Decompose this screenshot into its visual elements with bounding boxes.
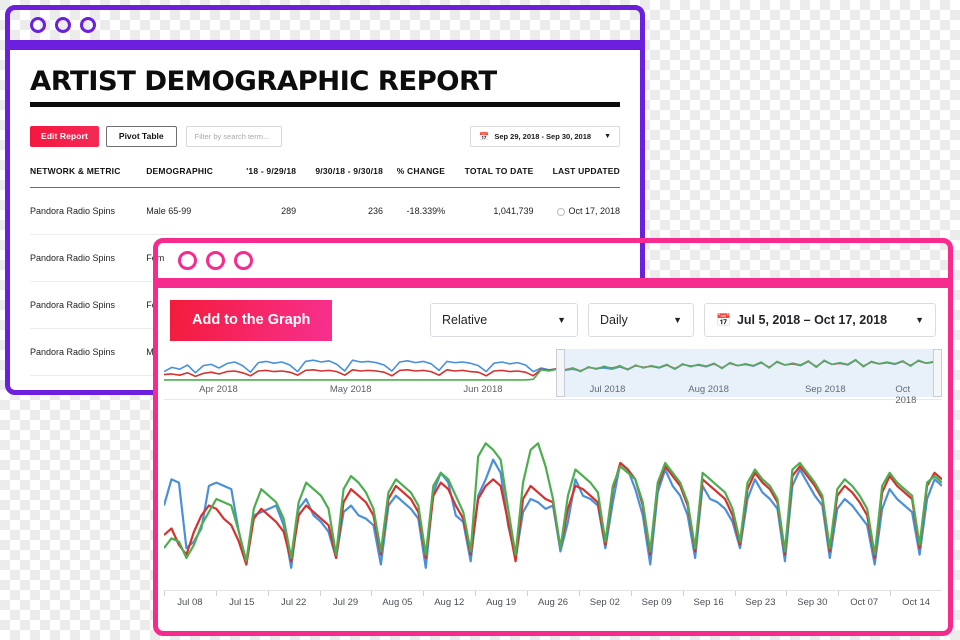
cell-network: Pandora Radio Spins: [30, 328, 147, 377]
interval-select[interactable]: Daily ▼: [588, 303, 694, 338]
graph-window: Add to the Graph Relative ▼ Daily ▼ 📅 Ju…: [153, 238, 953, 636]
chevron-down-icon: ▼: [557, 315, 566, 326]
column-header-curr-period[interactable]: 9/30/18 - 9/30/18: [296, 166, 383, 188]
overview-axis-label: Jun 2018: [463, 383, 503, 395]
title-underline: [30, 102, 620, 108]
main-axis-label: Aug 19: [486, 596, 517, 608]
chevron-down-icon: ▼: [915, 315, 924, 326]
table-header-row: NETWORK & METRIC DEMOGRAPHIC '18 - 9/29/…: [30, 166, 620, 188]
cell-updated-label: Oct 17, 2018: [568, 206, 620, 217]
mode-select-value: Relative: [442, 313, 488, 328]
main-axis-label: Aug 12: [434, 596, 465, 608]
main-chart-svg: [164, 408, 942, 590]
axis-tick: [267, 590, 269, 596]
main-axis-label: Sep 23: [745, 596, 776, 608]
brush-selection[interactable]: [556, 348, 942, 397]
page-title: ARTIST DEMOGRAPHIC REPORT: [30, 66, 497, 97]
main-axis-label: Jul 15: [229, 596, 255, 608]
cell-change: -18.339%: [383, 187, 446, 236]
mode-select[interactable]: Relative ▼: [430, 303, 578, 338]
pink-window-body: Add to the Graph Relative ▼ Daily ▼ 📅 Ju…: [153, 283, 953, 636]
interval-select-value: Daily: [600, 313, 628, 328]
main-axis-label: Sep 09: [641, 596, 672, 608]
graph-date-range-picker[interactable]: 📅 Jul 5, 2018 – Oct 17, 2018 ▼: [704, 303, 936, 338]
edit-report-button[interactable]: Edit Report: [30, 126, 99, 147]
axis-tick: [215, 590, 217, 596]
window-control-circle-3-icon[interactable]: [80, 17, 96, 33]
main-axis-label: Sep 16: [693, 596, 724, 608]
cell-network: Pandora Radio Spins: [30, 281, 147, 330]
cell-network: Pandora Radio Spins: [30, 187, 147, 236]
purple-window-titlebar: [5, 5, 645, 45]
brush-handle-right[interactable]: [933, 348, 942, 397]
cell-updated: Oct 17, 2018: [533, 187, 620, 236]
search-input[interactable]: Filter by search term...: [185, 125, 282, 148]
column-header-last-updated[interactable]: LAST UPDATED: [533, 166, 620, 188]
window-control-circle-2-icon[interactable]: [55, 17, 71, 33]
cell-curr: 236: [296, 187, 384, 236]
window-control-circle-3-icon[interactable]: [234, 251, 253, 270]
axis-tick: [734, 590, 736, 596]
overview-axis-label: May 2018: [329, 383, 372, 395]
main-axis-label: Jul 08: [177, 596, 203, 608]
axis-tick: [630, 590, 632, 596]
chevron-down-icon: ▼: [673, 315, 682, 326]
clock-icon: [557, 207, 566, 216]
axis-tick: [682, 590, 684, 596]
graph-toolbar: Add to the Graph Relative ▼ Daily ▼ 📅 Ju…: [158, 288, 948, 351]
pink-window-titlebar: [153, 238, 953, 283]
calendar-icon: 📅: [479, 131, 490, 141]
axis-tick: [578, 590, 580, 596]
axis-tick: [423, 590, 425, 596]
main-axis-label: Aug 26: [537, 596, 569, 608]
column-header-total-to-date[interactable]: TOTAL TO DATE: [445, 166, 534, 188]
window-control-circle-1-icon[interactable]: [30, 17, 46, 33]
report-toolbar: Edit Report Pivot Table Filter by search…: [30, 124, 620, 148]
report-date-range-label: Sep 29, 2018 - Sep 30, 2018: [494, 131, 592, 141]
report-date-range-picker[interactable]: 📅 Sep 29, 2018 - Sep 30, 2018 ▼: [470, 125, 620, 147]
main-axis-label: Sep 02: [589, 596, 620, 608]
calendar-icon: 📅: [716, 313, 731, 328]
cell-total: 1,041,739: [445, 187, 534, 236]
column-header-prev-period[interactable]: '18 - 9/29/18: [232, 166, 296, 188]
window-control-circle-1-icon[interactable]: [178, 251, 197, 270]
column-header-pct-change[interactable]: % CHANGE: [383, 166, 445, 188]
window-control-circle-2-icon[interactable]: [206, 251, 225, 270]
overview-brush-chart[interactable]: Apr 2018 May 2018 Jun 2018 Jul 2018 Aug 2018…: [164, 348, 942, 406]
axis-tick: [838, 590, 840, 596]
main-axis-label: Jul 29: [332, 596, 359, 608]
table-row[interactable]: Pandora Radio Spins Male 65-99 289 236 -…: [30, 187, 620, 236]
axis-tick: [319, 590, 321, 596]
chevron-down-icon: ▼: [604, 132, 611, 140]
main-axis-label: Sep 30: [797, 596, 828, 608]
axis-tick: [475, 590, 477, 596]
column-header-demographic[interactable]: DEMOGRAPHIC: [146, 166, 232, 188]
cell-network: Pandora Radio Spins: [30, 234, 147, 283]
cell-demographic: Male 65-99: [146, 187, 233, 236]
axis-tick: [371, 590, 373, 596]
graph-date-range-label: Jul 5, 2018 – Oct 17, 2018: [736, 313, 888, 328]
cell-prev: 289: [232, 187, 297, 236]
axis-tick: [890, 590, 892, 596]
main-axis-label: Oct 07: [850, 596, 879, 608]
axis-tick: [527, 590, 529, 596]
brush-handle-left[interactable]: [556, 348, 566, 397]
main-axis-label: Jul 22: [280, 596, 307, 608]
axis-tick: [164, 590, 165, 596]
pivot-table-button[interactable]: Pivot Table: [105, 126, 177, 147]
main-detail-chart[interactable]: Jul 08 Jul 15 Jul 22 Jul 29 Aug 05 Aug 12 Aug …: [164, 408, 942, 613]
axis-tick: [786, 590, 788, 596]
main-axis-label: Aug 05: [382, 596, 413, 608]
main-axis-label: Oct 14: [902, 596, 931, 608]
column-header-network-metric[interactable]: NETWORK & METRIC: [30, 166, 146, 188]
overview-axis-label: Apr 2018: [199, 383, 238, 395]
main-chart-axis: Jul 08 Jul 15 Jul 22 Jul 29 Aug 05 Aug 12 Aug …: [164, 589, 942, 613]
report-table-head: NETWORK & METRIC DEMOGRAPHIC '18 - 9/29/…: [30, 166, 620, 188]
add-to-graph-button[interactable]: Add to the Graph: [170, 300, 333, 341]
